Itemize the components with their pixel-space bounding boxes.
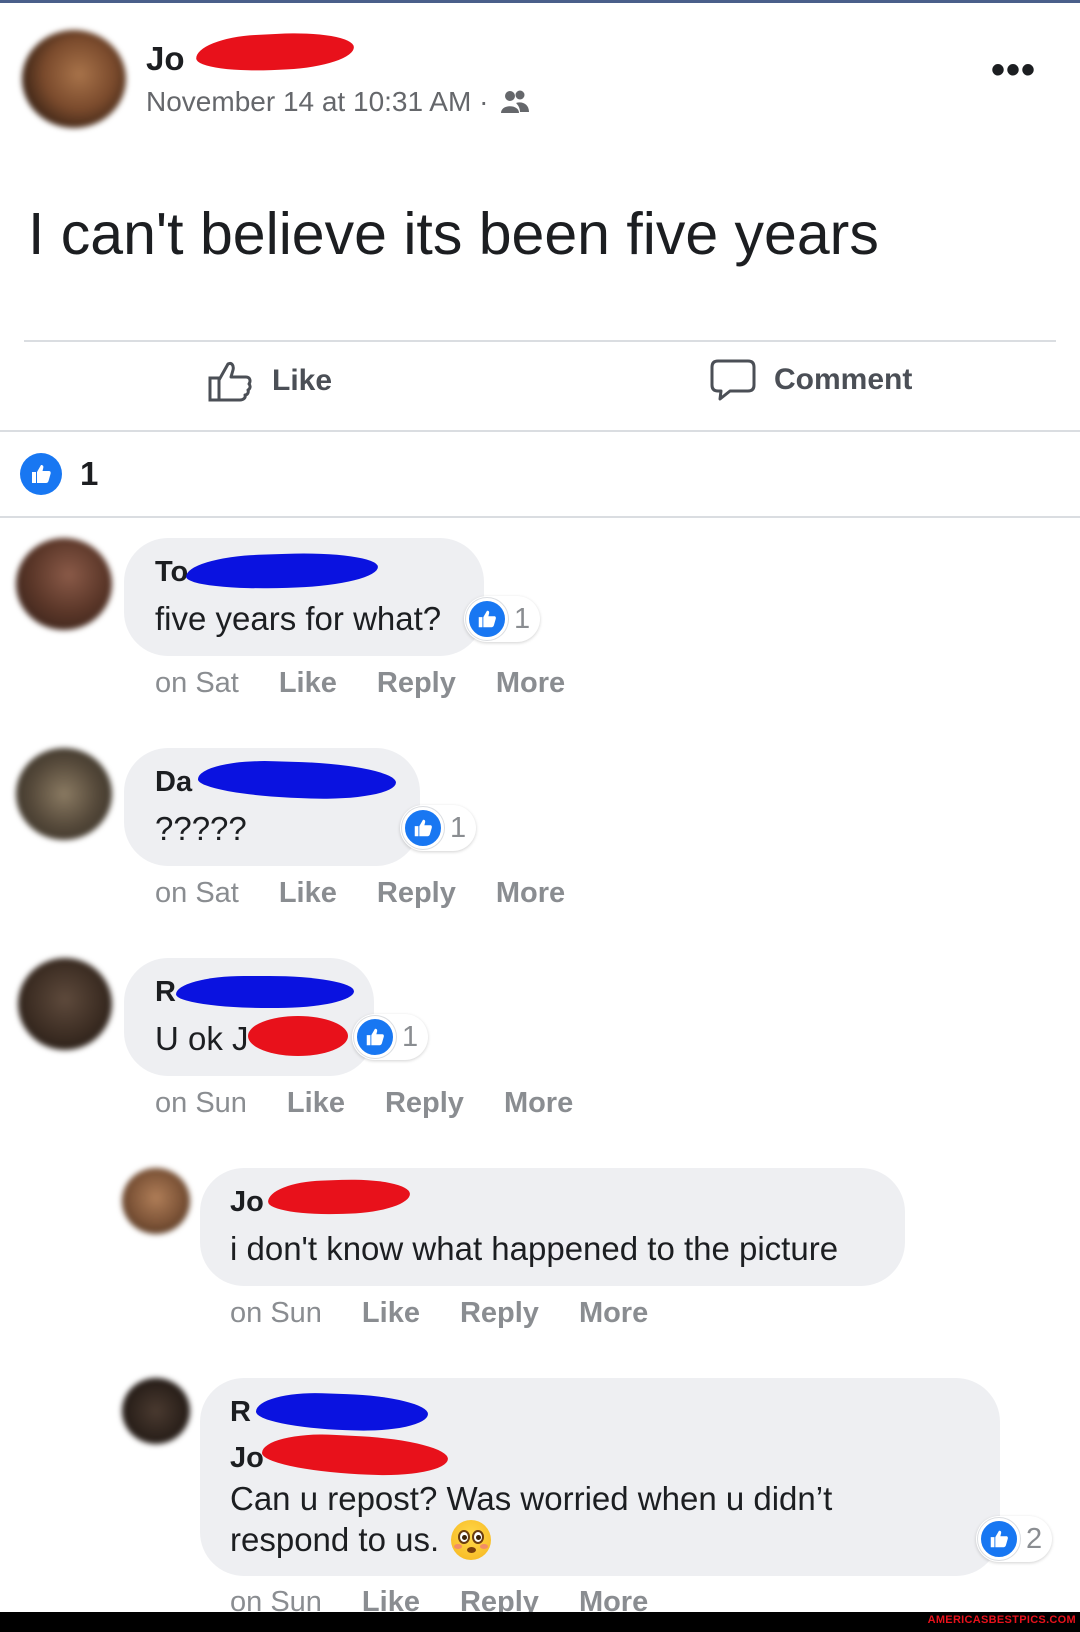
reply-time[interactable]: on Sun [230, 1297, 322, 1330]
reply-more-link[interactable]: More [579, 1297, 648, 1330]
divider [0, 516, 1080, 518]
reply-like-link[interactable]: Like [362, 1297, 420, 1330]
reply-avatar[interactable] [122, 1378, 190, 1444]
divider [0, 430, 1080, 432]
comment-like-link[interactable]: Like [279, 667, 337, 700]
more-dots-icon[interactable]: ••• [991, 50, 1036, 90]
comment-time[interactable]: on Sat [155, 877, 239, 910]
commenter-avatar[interactable] [16, 538, 112, 630]
reply-text: i don't know what happened to the pictur… [230, 1230, 839, 1267]
like-button[interactable]: Like [208, 358, 332, 404]
commenter-name[interactable]: Da [155, 766, 192, 799]
reply-author-name[interactable]: R [230, 1396, 251, 1429]
reply-text-line-2-text: respond to us. [230, 1521, 440, 1558]
like-reaction-icon [354, 1016, 396, 1058]
comment-like-link[interactable]: Like [287, 1087, 345, 1120]
friends-icon [501, 90, 530, 113]
comment-time[interactable]: on Sat [155, 667, 239, 700]
thumbs-up-outline-icon [208, 362, 252, 402]
comment-reply-link[interactable]: Reply [377, 877, 456, 910]
reply-author-name[interactable]: Jo [230, 1186, 264, 1219]
flushed-face-emoji [451, 1520, 492, 1560]
commenter-name[interactable]: To [155, 556, 188, 589]
comment-reaction[interactable]: 1 [400, 805, 477, 851]
comment-text: ????? [155, 810, 247, 847]
reaction-summary[interactable]: 1 [20, 453, 98, 495]
comment-reaction[interactable]: 1 [464, 596, 541, 642]
reaction-count: 1 [450, 811, 467, 844]
reply-text-line-1: Can u repost? Was worried when u didn’t [230, 1480, 833, 1517]
commenter-avatar[interactable] [16, 748, 112, 840]
comment-label: Comment [774, 363, 913, 396]
like-reaction-icon [466, 598, 508, 640]
comment-meta: on Sun Like Reply More [155, 1087, 613, 1120]
post-author-name[interactable]: Jo [146, 40, 185, 78]
mention-name[interactable]: Jo [230, 1442, 264, 1475]
redaction-mark [248, 1016, 348, 1056]
reaction-count: 1 [514, 602, 531, 635]
comment-text: five years for what? [155, 600, 442, 637]
reply-avatar[interactable] [122, 1168, 190, 1234]
bottom-bar [0, 1612, 1080, 1632]
top-border [0, 0, 1080, 3]
watermark: AMERICASBESTPICS.COM [927, 1614, 1076, 1626]
comment-reaction[interactable]: 1 [352, 1014, 429, 1060]
comment-button[interactable]: Comment [710, 358, 912, 402]
timestamp-text: November 14 at 10:31 AM · [146, 86, 489, 117]
like-label: Like [272, 364, 333, 397]
comment-meta: on Sat Like Reply More [155, 877, 605, 910]
post-action-bar: Like Comment [0, 342, 1080, 430]
comment-time[interactable]: on Sun [155, 1087, 247, 1120]
comment-text: U ok J [155, 1020, 249, 1057]
comment-more-link[interactable]: More [504, 1087, 573, 1120]
comment-bubble-icon [710, 359, 756, 401]
commenter-name[interactable]: R [155, 976, 176, 1009]
post-timestamp[interactable]: November 14 at 10:31 AM · [146, 86, 530, 118]
reply-reaction[interactable]: 2 [976, 1516, 1053, 1562]
reply-reply-link[interactable]: Reply [460, 1297, 539, 1330]
like-reaction-icon [978, 1518, 1020, 1560]
like-reaction-icon [402, 807, 444, 849]
redaction-mark [176, 976, 354, 1008]
like-reaction-icon [20, 453, 62, 495]
reaction-count: 1 [80, 455, 99, 492]
comment-more-link[interactable]: More [496, 667, 565, 700]
reply-text-line-2: respond to us. [230, 1520, 492, 1560]
comment-like-link[interactable]: Like [279, 877, 337, 910]
author-avatar[interactable] [22, 30, 126, 128]
reaction-count: 2 [1026, 1522, 1043, 1555]
post-text: I can't believe its been five years [28, 201, 879, 267]
comment-reply-link[interactable]: Reply [377, 667, 456, 700]
comment-meta: on Sat Like Reply More [155, 667, 605, 700]
reaction-count: 1 [402, 1020, 419, 1053]
redaction-mark [195, 29, 355, 75]
comment-more-link[interactable]: More [496, 877, 565, 910]
reply-meta: on Sun Like Reply More [230, 1297, 688, 1330]
commenter-avatar[interactable] [18, 958, 112, 1050]
comment-reply-link[interactable]: Reply [385, 1087, 464, 1120]
